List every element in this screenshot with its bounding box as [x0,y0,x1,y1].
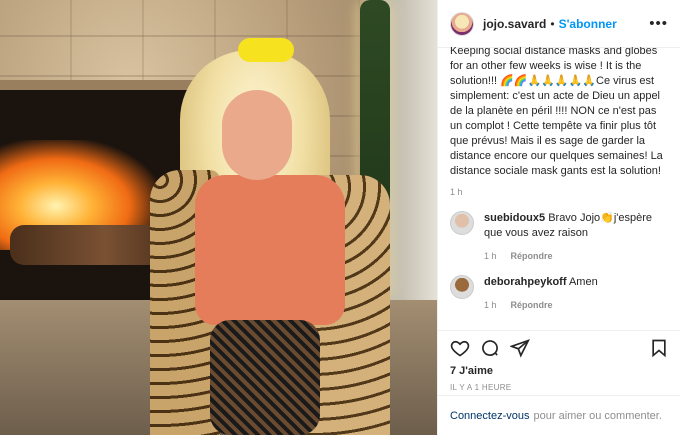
post-header: jojo.savard • S'abonner ••• [438,0,680,48]
header-username[interactable]: jojo.savard [483,17,546,31]
comment-item: deborahpeykoff Amen 1 h Répondre [450,275,669,310]
caption-text: Keeping social distance masks and globes… [450,47,666,177]
login-link[interactable]: Connectez-vous [450,410,530,422]
person-face [222,90,292,180]
avatar[interactable] [450,11,474,36]
caption-time: 1 h [450,187,463,197]
post-side-panel: jojo.savard • S'abonner ••• Keeping soci… [437,0,680,435]
login-rest: pour aimer ou commenter. [533,409,662,422]
bookmark-icon[interactable] [649,338,669,358]
instagram-post: jojo.savard • S'abonner ••• Keeping soci… [0,0,680,435]
comment-body: suebidoux5 Bravo Jojo👏j'espère que vous … [484,211,669,241]
more-horizontal-icon[interactable]: ••• [649,15,668,32]
caption-meta: 1 h [450,187,669,197]
separator-dot: • [550,16,555,31]
yellow-bow [238,38,294,62]
action-icons [450,333,669,363]
reply-button[interactable]: Répondre [511,300,553,310]
comment-meta: 1 h Répondre [484,251,669,261]
likes-count[interactable]: 7 J'aime [450,365,669,377]
post-photo[interactable] [0,0,437,435]
comment-icon[interactable] [480,338,500,358]
comment-meta: 1 h Répondre [484,300,598,310]
reply-button[interactable]: Répondre [511,251,553,261]
comments-scroll-area[interactable]: Keeping social distance masks and globes… [438,47,680,327]
heart-icon[interactable] [450,338,470,358]
login-prompt: Connectez-vous pour aimer ou commenter. [438,395,680,435]
action-bar: 7 J'aime IL Y A 1 HEURE [438,330,680,392]
avatar[interactable] [450,275,474,299]
comment-body: deborahpeykoff Amen [484,275,598,290]
person-legs [210,320,320,435]
comment-item: suebidoux5 Bravo Jojo👏j'espère que vous … [450,211,669,261]
post-timestamp[interactable]: IL Y A 1 HEURE [450,383,669,392]
comment-text: Amen [568,276,598,288]
comment-time: 1 h [484,300,497,310]
comment-username[interactable]: suebidoux5 [484,212,545,224]
share-icon[interactable] [510,338,530,358]
follow-button[interactable]: S'abonner [559,17,617,31]
avatar[interactable] [450,211,474,235]
comment-time: 1 h [484,251,497,261]
person-top [195,175,345,325]
caption: Keeping social distance masks and globes… [450,47,669,179]
comment-username[interactable]: deborahpeykoff [484,276,567,288]
